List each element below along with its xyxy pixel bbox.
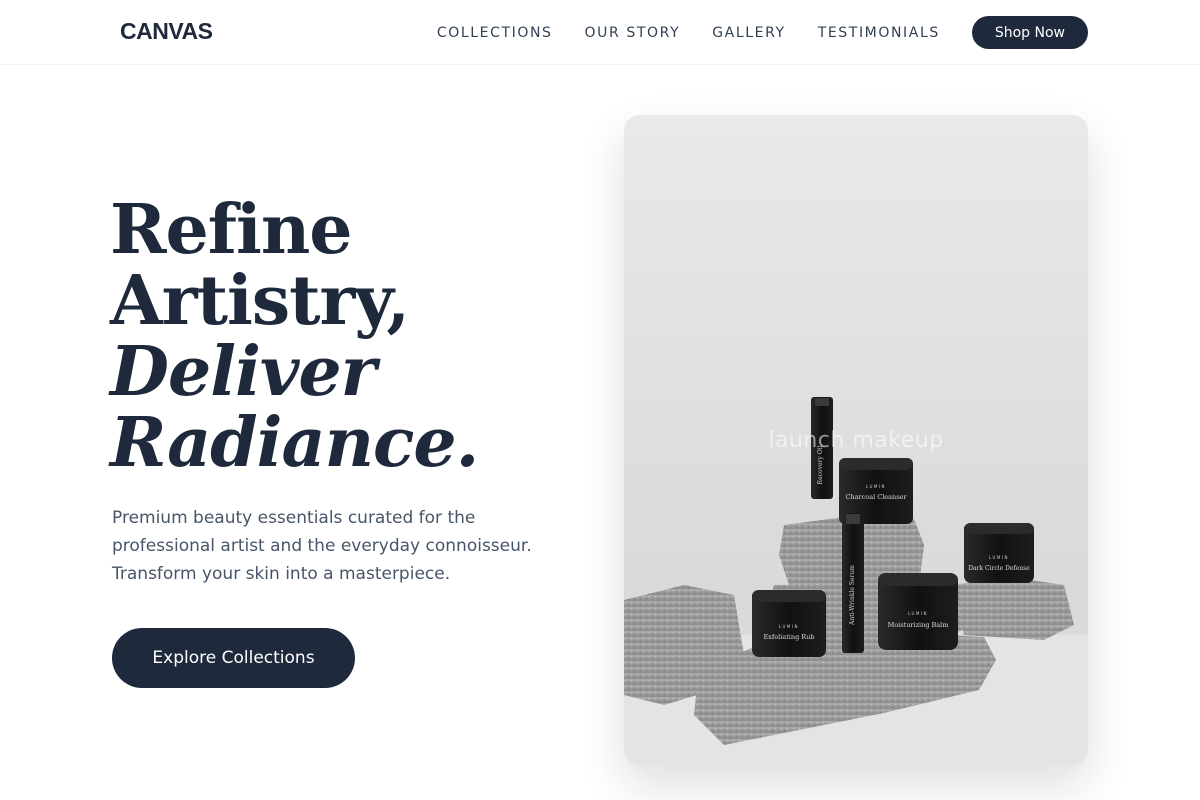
nav-link-our-story[interactable]: OUR STORY [585, 25, 681, 41]
jar-label: Charcoal Cleanser [846, 493, 908, 501]
logo[interactable]: CANVAS [120, 18, 213, 45]
subtext-line-3: Transform your skin into a masterpiece. [112, 564, 451, 584]
nav-link-collections[interactable]: COLLECTIONS [437, 25, 553, 41]
headline-line-1: Refine [110, 190, 353, 270]
headline-line-2: Artistry, [110, 261, 410, 341]
jar-label: Dark Circle Defense [968, 565, 1030, 572]
moisturizing-balm-jar: LUMIN Moisturizing Balm [878, 573, 958, 650]
stone-right [954, 577, 1074, 640]
main-nav: COLLECTIONS OUR STORY GALLERY TESTIMONIA… [437, 0, 1088, 65]
exfoliating-rub-jar: LUMIN Exfoliating Rub [752, 590, 826, 657]
subtext-line-2: professional artist and the everyday con… [112, 536, 532, 556]
nav-link-testimonials[interactable]: TESTIMONIALS [818, 25, 940, 41]
nav-link-gallery[interactable]: GALLERY [712, 25, 785, 41]
site-header: CANVAS COLLECTIONS OUR STORY GALLERY TES… [0, 0, 1200, 65]
anti-wrinkle-serum-bottle: Anti-Wrinkle Serum [842, 513, 864, 653]
hero-headline: Refine Artistry, Deliver Radiance. [110, 195, 580, 479]
image-watermark: launch makeup [768, 428, 944, 453]
hero-subtext: Premium beauty essentials curated for th… [112, 504, 562, 588]
headline-line-4: Radiance. [110, 403, 479, 483]
jar-label: Moisturizing Balm [888, 621, 949, 629]
jar-brand: LUMIN [866, 484, 886, 489]
serum-label: Anti-Wrinkle Serum [849, 565, 856, 626]
dark-circle-defense-jar: LUMIN Dark Circle Defense [964, 523, 1034, 583]
jar-label: Exfoliating Rub [763, 633, 814, 641]
shop-now-button[interactable]: Shop Now [971, 16, 1088, 49]
subtext-line-1: Premium beauty essentials curated for th… [112, 508, 476, 528]
jar-brand: LUMIN [779, 624, 799, 629]
explore-collections-button[interactable]: Explore Collections [112, 628, 355, 688]
hero-product-image: Recovery Oil LUMIN Charcoal Cleanser Ant… [624, 115, 1088, 765]
jar-brand: LUMIN [908, 611, 928, 616]
jar-brand: LUMIN [989, 555, 1009, 560]
headline-line-3: Deliver [110, 332, 377, 412]
